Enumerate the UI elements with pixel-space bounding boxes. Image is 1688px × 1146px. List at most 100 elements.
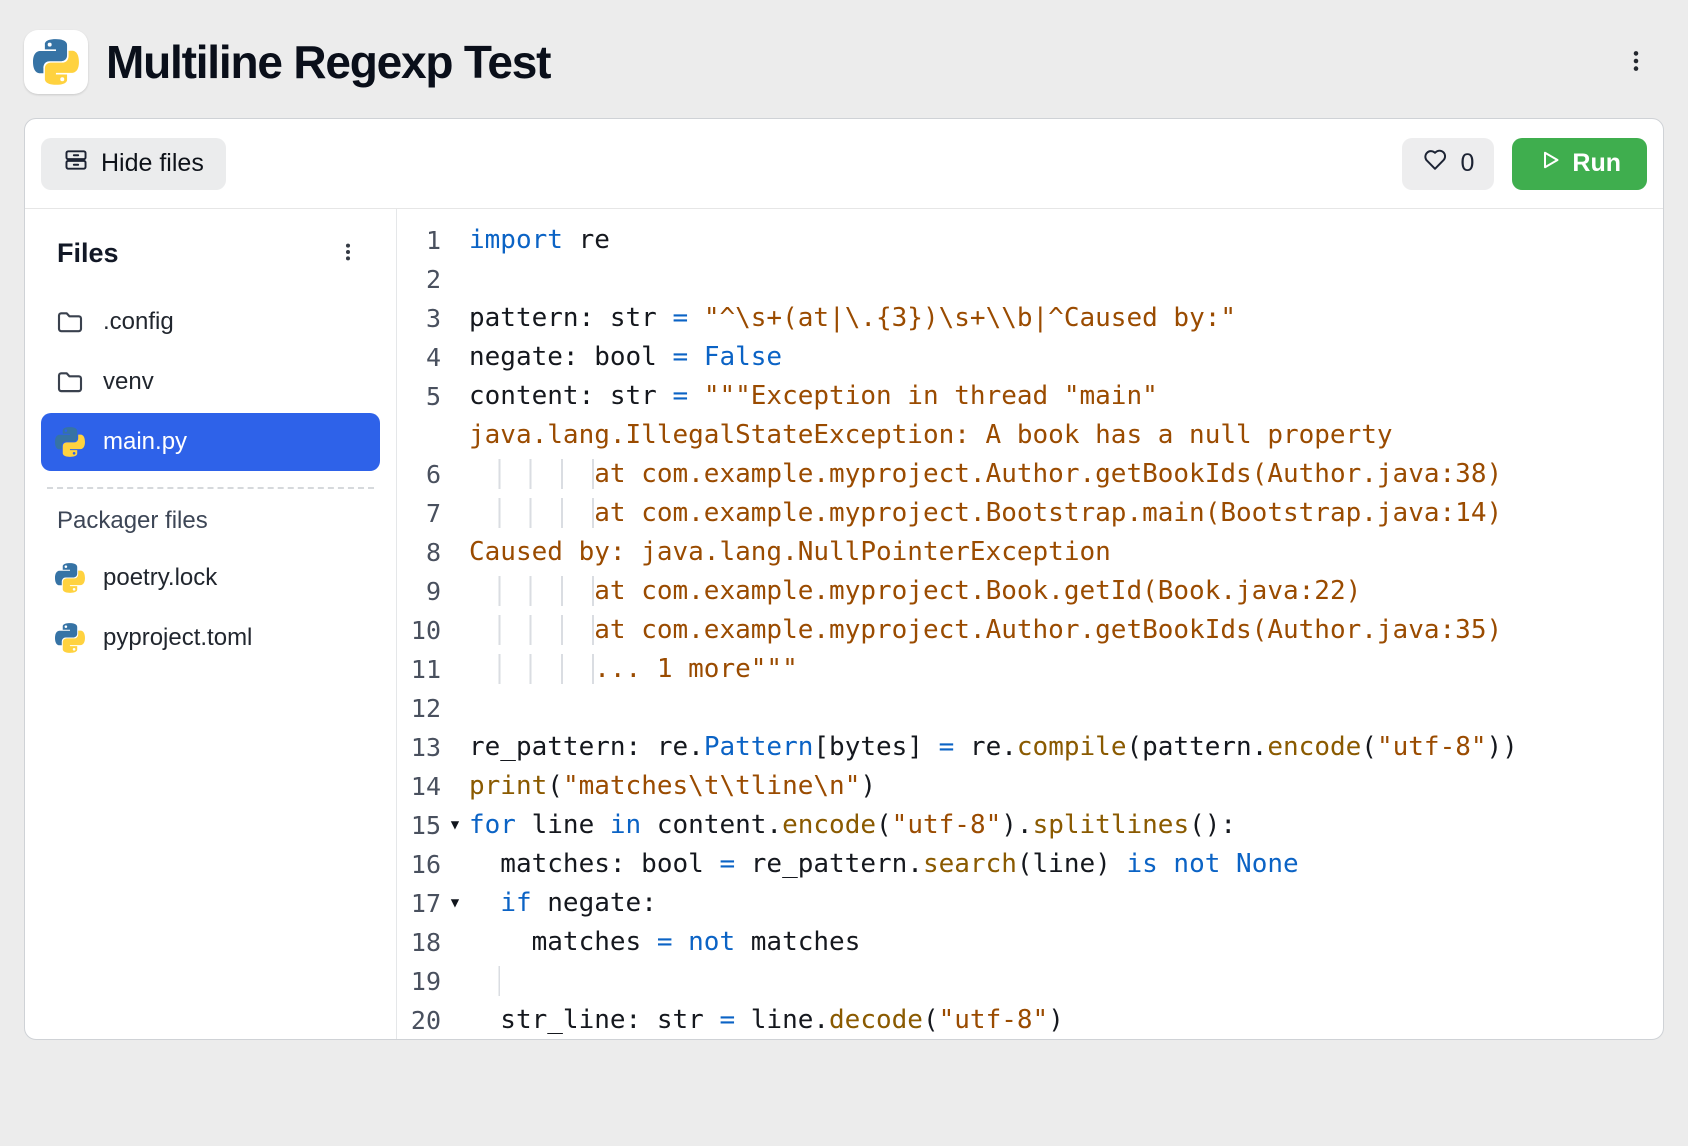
fold-spacer <box>441 494 469 533</box>
fold-arrow-icon[interactable]: ▼ <box>441 806 469 845</box>
sidebar-item-config[interactable]: .config <box>41 293 380 351</box>
code-text: if negate: <box>469 884 1663 923</box>
code-line[interactable]: 11 ... 1 more""" <box>397 650 1663 689</box>
fold-spacer <box>441 299 469 338</box>
likes-counter[interactable]: 0 <box>1402 138 1494 190</box>
line-number: 14 <box>397 767 441 806</box>
code-line[interactable]: 7 at com.example.myproject.Bootstrap.mai… <box>397 494 1663 533</box>
line-number: 10 <box>397 611 441 650</box>
code-line[interactable]: 14 print("matches\t\tline\n") <box>397 767 1663 806</box>
run-button[interactable]: Run <box>1512 138 1647 190</box>
heart-icon <box>1422 147 1448 180</box>
fold-spacer <box>441 377 469 416</box>
code-text: matches = not matches <box>469 923 1663 962</box>
fold-spacer <box>441 650 469 689</box>
fold-arrow-icon[interactable]: ▼ <box>441 884 469 923</box>
file-label: .config <box>103 308 174 336</box>
code-line[interactable]: 20 str_line: str = line.decode("utf-8") <box>397 1001 1663 1039</box>
fold-spacer <box>441 533 469 572</box>
run-label: Run <box>1572 149 1621 178</box>
line-number: 11 <box>397 650 441 689</box>
code-text: print("matches\t\tline\n") <box>469 767 1663 806</box>
file-label: main.py <box>103 428 187 456</box>
fold-spacer <box>441 923 469 962</box>
files-menu-button[interactable] <box>330 235 366 271</box>
fold-spacer <box>441 728 469 767</box>
code-text: java.lang.IllegalStateException: A book … <box>469 416 1663 455</box>
sidebar-item-main-py[interactable]: main.py <box>41 413 380 471</box>
line-number: 20 <box>397 1001 441 1039</box>
code-line[interactable]: 18 matches = not matches <box>397 923 1663 962</box>
file-list: .config venv main.py <box>41 293 380 471</box>
code-line[interactable]: 19 <box>397 962 1663 1001</box>
fold-spacer <box>441 845 469 884</box>
code-text: negate: bool = False <box>469 338 1663 377</box>
header-menu-button[interactable] <box>1614 40 1658 84</box>
line-number: 6 <box>397 455 441 494</box>
likes-count: 0 <box>1460 149 1474 178</box>
code-text: str_line: str = line.decode("utf-8") <box>469 1001 1663 1039</box>
sidebar-divider <box>47 487 374 489</box>
line-number: 17 <box>397 884 441 923</box>
code-line[interactable]: 15▼for line in content.encode("utf-8").s… <box>397 806 1663 845</box>
code-text: at com.example.myproject.Bootstrap.main(… <box>469 494 1663 533</box>
line-number: 7 <box>397 494 441 533</box>
python-icon <box>55 427 85 457</box>
line-number <box>397 416 441 455</box>
code-line[interactable]: 2 <box>397 260 1663 299</box>
python-icon <box>55 563 85 593</box>
code-editor[interactable]: 1import re23 pattern: str = "^\s+(at|\.{3… <box>397 209 1663 1039</box>
toolbar: Hide files 0 Run <box>25 119 1663 209</box>
code-line[interactable]: 1import re <box>397 221 1663 260</box>
code-text: content: str = """Exception in thread "m… <box>469 377 1663 416</box>
workspace-body: Files .configvenvmain.py Packager files … <box>25 209 1663 1039</box>
line-number: 5 <box>397 377 441 416</box>
sidebar-item-venv[interactable]: venv <box>41 353 380 411</box>
hide-files-button[interactable]: Hide files <box>41 138 226 190</box>
code-line[interactable]: java.lang.IllegalStateException: A book … <box>397 416 1663 455</box>
toolbar-right: 0 Run <box>1402 138 1647 190</box>
workspace-panel: Hide files 0 Run <box>24 118 1664 1040</box>
kebab-menu-icon <box>1623 48 1649 77</box>
sidebar-item-poetry-lock[interactable]: poetry.lock <box>41 549 380 607</box>
line-number: 13 <box>397 728 441 767</box>
folder-icon <box>55 307 85 337</box>
code-text: at com.example.myproject.Author.getBookI… <box>469 611 1663 650</box>
code-line[interactable]: 12 <box>397 689 1663 728</box>
code-line[interactable]: 17▼ if negate: <box>397 884 1663 923</box>
fold-spacer <box>441 572 469 611</box>
packager-file-list: poetry.lock pyproject.toml <box>41 549 380 667</box>
file-label: poetry.lock <box>103 564 217 592</box>
code-line[interactable]: 8 Caused by: java.lang.NullPointerExcepti… <box>397 533 1663 572</box>
line-number: 3 <box>397 299 441 338</box>
line-number: 8 <box>397 533 441 572</box>
fold-spacer <box>441 221 469 260</box>
code-line[interactable]: 16 matches: bool = re_pattern.search(lin… <box>397 845 1663 884</box>
code-line[interactable]: 3 pattern: str = "^\s+(at|\.{3})\s+\\b|^C… <box>397 299 1663 338</box>
packager-files-heading: Packager files <box>41 507 380 535</box>
line-number: 4 <box>397 338 441 377</box>
line-number: 9 <box>397 572 441 611</box>
code-line[interactable]: 6 at com.example.myproject.Author.getBoo… <box>397 455 1663 494</box>
code-line[interactable]: 10 at com.example.myproject.Author.getBo… <box>397 611 1663 650</box>
code-line[interactable]: 9 at com.example.myproject.Book.getId(Bo… <box>397 572 1663 611</box>
code-line[interactable]: 13re_pattern: re.Pattern[bytes] = re.com… <box>397 728 1663 767</box>
file-label: pyproject.toml <box>103 624 252 652</box>
code-lines: 1import re23 pattern: str = "^\s+(at|\.{3… <box>397 221 1663 1039</box>
line-number: 18 <box>397 923 441 962</box>
line-number: 15 <box>397 806 441 845</box>
fold-spacer <box>441 1001 469 1039</box>
replit-workspace: Multiline Regexp Test Hide files <box>0 0 1688 1040</box>
line-number: 16 <box>397 845 441 884</box>
code-text: import re <box>469 221 1663 260</box>
fold-spacer <box>441 689 469 728</box>
code-line[interactable]: 5 content: str = """Exception in thread "… <box>397 377 1663 416</box>
code-text: Caused by: java.lang.NullPointerExceptio… <box>469 533 1663 572</box>
sidebar-item-pyproject-toml[interactable]: pyproject.toml <box>41 609 380 667</box>
code-text <box>469 260 1663 299</box>
code-text: pattern: str = "^\s+(at|\.{3})\s+\\b|^Ca… <box>469 299 1663 338</box>
python-icon <box>55 623 85 653</box>
fold-spacer <box>441 338 469 377</box>
code-line[interactable]: 4 negate: bool = False <box>397 338 1663 377</box>
fold-spacer <box>441 416 469 455</box>
